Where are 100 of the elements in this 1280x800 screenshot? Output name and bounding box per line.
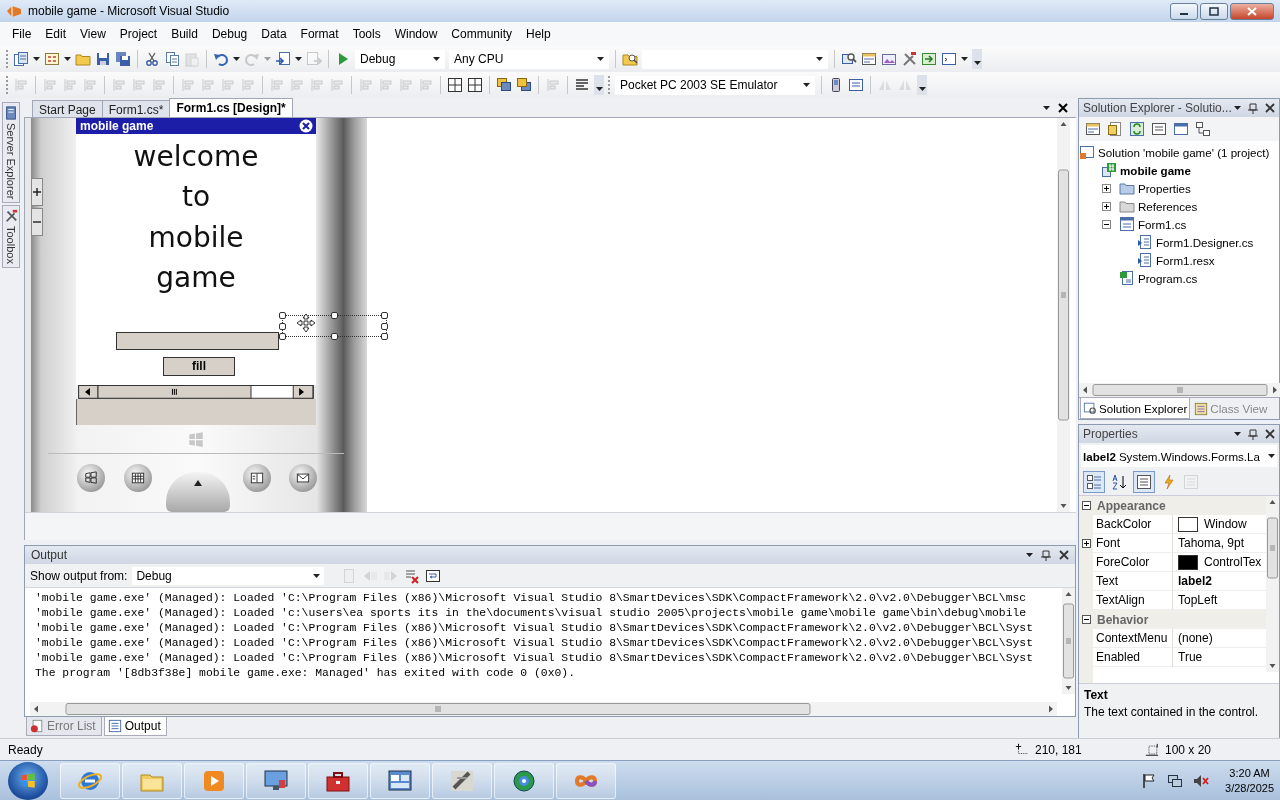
document-tab[interactable]: Form1.cs* (101, 100, 171, 117)
show-all-files-icon[interactable] (1107, 121, 1123, 137)
events-icon[interactable] (1161, 474, 1177, 490)
panel-tab[interactable]: Output (103, 717, 167, 736)
cut-icon[interactable] (144, 51, 160, 67)
menu-item[interactable]: Tools (345, 24, 388, 44)
document-tab[interactable]: Form1.cs [Design]* (169, 98, 293, 117)
collapse-icon[interactable] (1082, 501, 1091, 510)
close-icon[interactable] (1265, 429, 1275, 439)
categorized-icon[interactable] (1086, 474, 1102, 490)
menu-item[interactable]: Edit (38, 24, 74, 44)
device-dropdown[interactable]: Pocket PC 2003 SE Emulator (615, 75, 815, 95)
close-icon[interactable] (1059, 550, 1069, 560)
bring-to-front-icon[interactable] (496, 77, 512, 93)
zoom-out-button[interactable] (31, 208, 43, 236)
flag-icon[interactable] (1141, 772, 1158, 789)
pin-icon[interactable] (1248, 428, 1258, 440)
taskbar-button[interactable] (308, 762, 368, 799)
menu-item[interactable]: Debug (204, 24, 255, 44)
tools-icon[interactable] (901, 51, 917, 67)
selection-frame[interactable] (282, 315, 387, 337)
hardware-button[interactable] (77, 464, 105, 492)
alphabetical-icon[interactable] (1111, 474, 1127, 490)
copy-icon[interactable] (164, 51, 180, 67)
class-diagram-icon[interactable] (1195, 121, 1211, 137)
tree-item[interactable]: Form1.Designer.cs (1156, 235, 1254, 249)
window-icon[interactable] (941, 51, 957, 67)
collapse-icon[interactable] (1082, 615, 1091, 624)
resize-handle[interactable] (331, 312, 338, 319)
menu-item[interactable]: File (5, 24, 39, 44)
tab-order-icon[interactable] (574, 77, 590, 93)
property-value[interactable]: True (1178, 650, 1203, 664)
hardware-button[interactable] (243, 464, 271, 492)
caret-icon[interactable] (1234, 432, 1241, 436)
property-value[interactable]: Tahoma, 9pt (1178, 536, 1245, 550)
pin-icon[interactable] (1041, 549, 1051, 561)
panel-tab[interactable]: Error List (26, 717, 102, 736)
tree-item[interactable]: Program.cs (1138, 271, 1198, 285)
caret-icon[interactable] (33, 57, 40, 61)
tree-item[interactable]: Properties (1138, 181, 1191, 195)
heading-label[interactable]: welcome to mobile game (133, 133, 259, 299)
menu-item[interactable]: Data (254, 24, 294, 44)
properties-icon[interactable] (1136, 474, 1152, 490)
tree-item[interactable]: Solution 'mobile game' (1 project) (1098, 145, 1270, 159)
toolbar-overflow-button[interactable] (972, 49, 982, 69)
maximize-button[interactable] (1200, 2, 1228, 20)
property-value[interactable]: label2 (1178, 574, 1213, 588)
toolbar-overflow-button[interactable] (917, 75, 927, 95)
close-icon[interactable] (1265, 103, 1275, 113)
properties-icon[interactable] (1085, 121, 1101, 137)
taskbar-button[interactable] (556, 762, 616, 799)
menu-item[interactable]: Build (164, 24, 205, 44)
hardware-button[interactable] (289, 464, 317, 492)
add-item-icon[interactable] (44, 51, 60, 67)
object-dropdown[interactable]: label2 System.Windows.Forms.La (1081, 445, 1277, 467)
zoom-in-button[interactable] (31, 178, 43, 206)
start-button[interactable] (8, 761, 48, 800)
fill-button[interactable]: fill (163, 356, 235, 376)
property-value[interactable]: (none) (1178, 631, 1213, 645)
property-value[interactable]: TopLeft (1178, 593, 1218, 607)
properties-icon[interactable] (861, 51, 877, 67)
taskbar-button[interactable] (432, 762, 492, 799)
layout-icon[interactable] (467, 77, 483, 93)
image-icon[interactable] (881, 51, 897, 67)
refresh-icon[interactable] (1129, 121, 1145, 137)
clear-all-icon[interactable] (404, 567, 421, 584)
menu-item[interactable]: Format (293, 24, 346, 44)
side-tab[interactable]: Server Explorer (2, 102, 20, 204)
save-icon[interactable] (95, 51, 111, 67)
toolbar-grip[interactable] (6, 50, 9, 68)
taskbar-button[interactable] (60, 762, 120, 799)
expand-icon[interactable] (1081, 539, 1091, 548)
tree-item[interactable]: Form1.resx (1156, 253, 1215, 267)
search-icon[interactable] (841, 51, 857, 67)
menu-item[interactable]: View (73, 24, 113, 44)
property-value[interactable]: ControlTex (1204, 555, 1262, 569)
send-to-back-icon[interactable] (516, 77, 532, 93)
undo-icon[interactable] (213, 51, 229, 67)
vertical-scrollbar[interactable] (1057, 118, 1070, 512)
save-all-icon[interactable] (115, 51, 131, 67)
view-designer-icon[interactable] (1173, 121, 1189, 137)
caret-icon[interactable] (1234, 106, 1241, 110)
toolbar-overflow-button[interactable] (594, 75, 604, 95)
expand-icon[interactable] (1102, 183, 1111, 193)
configuration-dropdown[interactable]: Debug (355, 49, 445, 69)
word-wrap-icon[interactable] (425, 567, 442, 584)
menu-item[interactable]: Community (444, 24, 519, 44)
caret-icon[interactable] (233, 57, 240, 61)
collapse-icon[interactable] (1102, 219, 1111, 229)
property-value[interactable]: Window (1204, 517, 1247, 531)
panel-tab[interactable]: Solution Explorer (1080, 398, 1191, 419)
close-icon[interactable] (1058, 103, 1068, 113)
vertical-scrollbar[interactable] (1062, 588, 1075, 694)
horizontal-scrollbar[interactable] (76, 385, 316, 399)
horizontal-scrollbar[interactable] (30, 702, 1057, 716)
menu-item[interactable]: Window (387, 24, 445, 44)
menu-item[interactable]: Project (112, 24, 165, 44)
tree-item[interactable]: References (1138, 199, 1198, 213)
find-field[interactable] (642, 49, 828, 69)
text-field[interactable] (116, 331, 279, 350)
